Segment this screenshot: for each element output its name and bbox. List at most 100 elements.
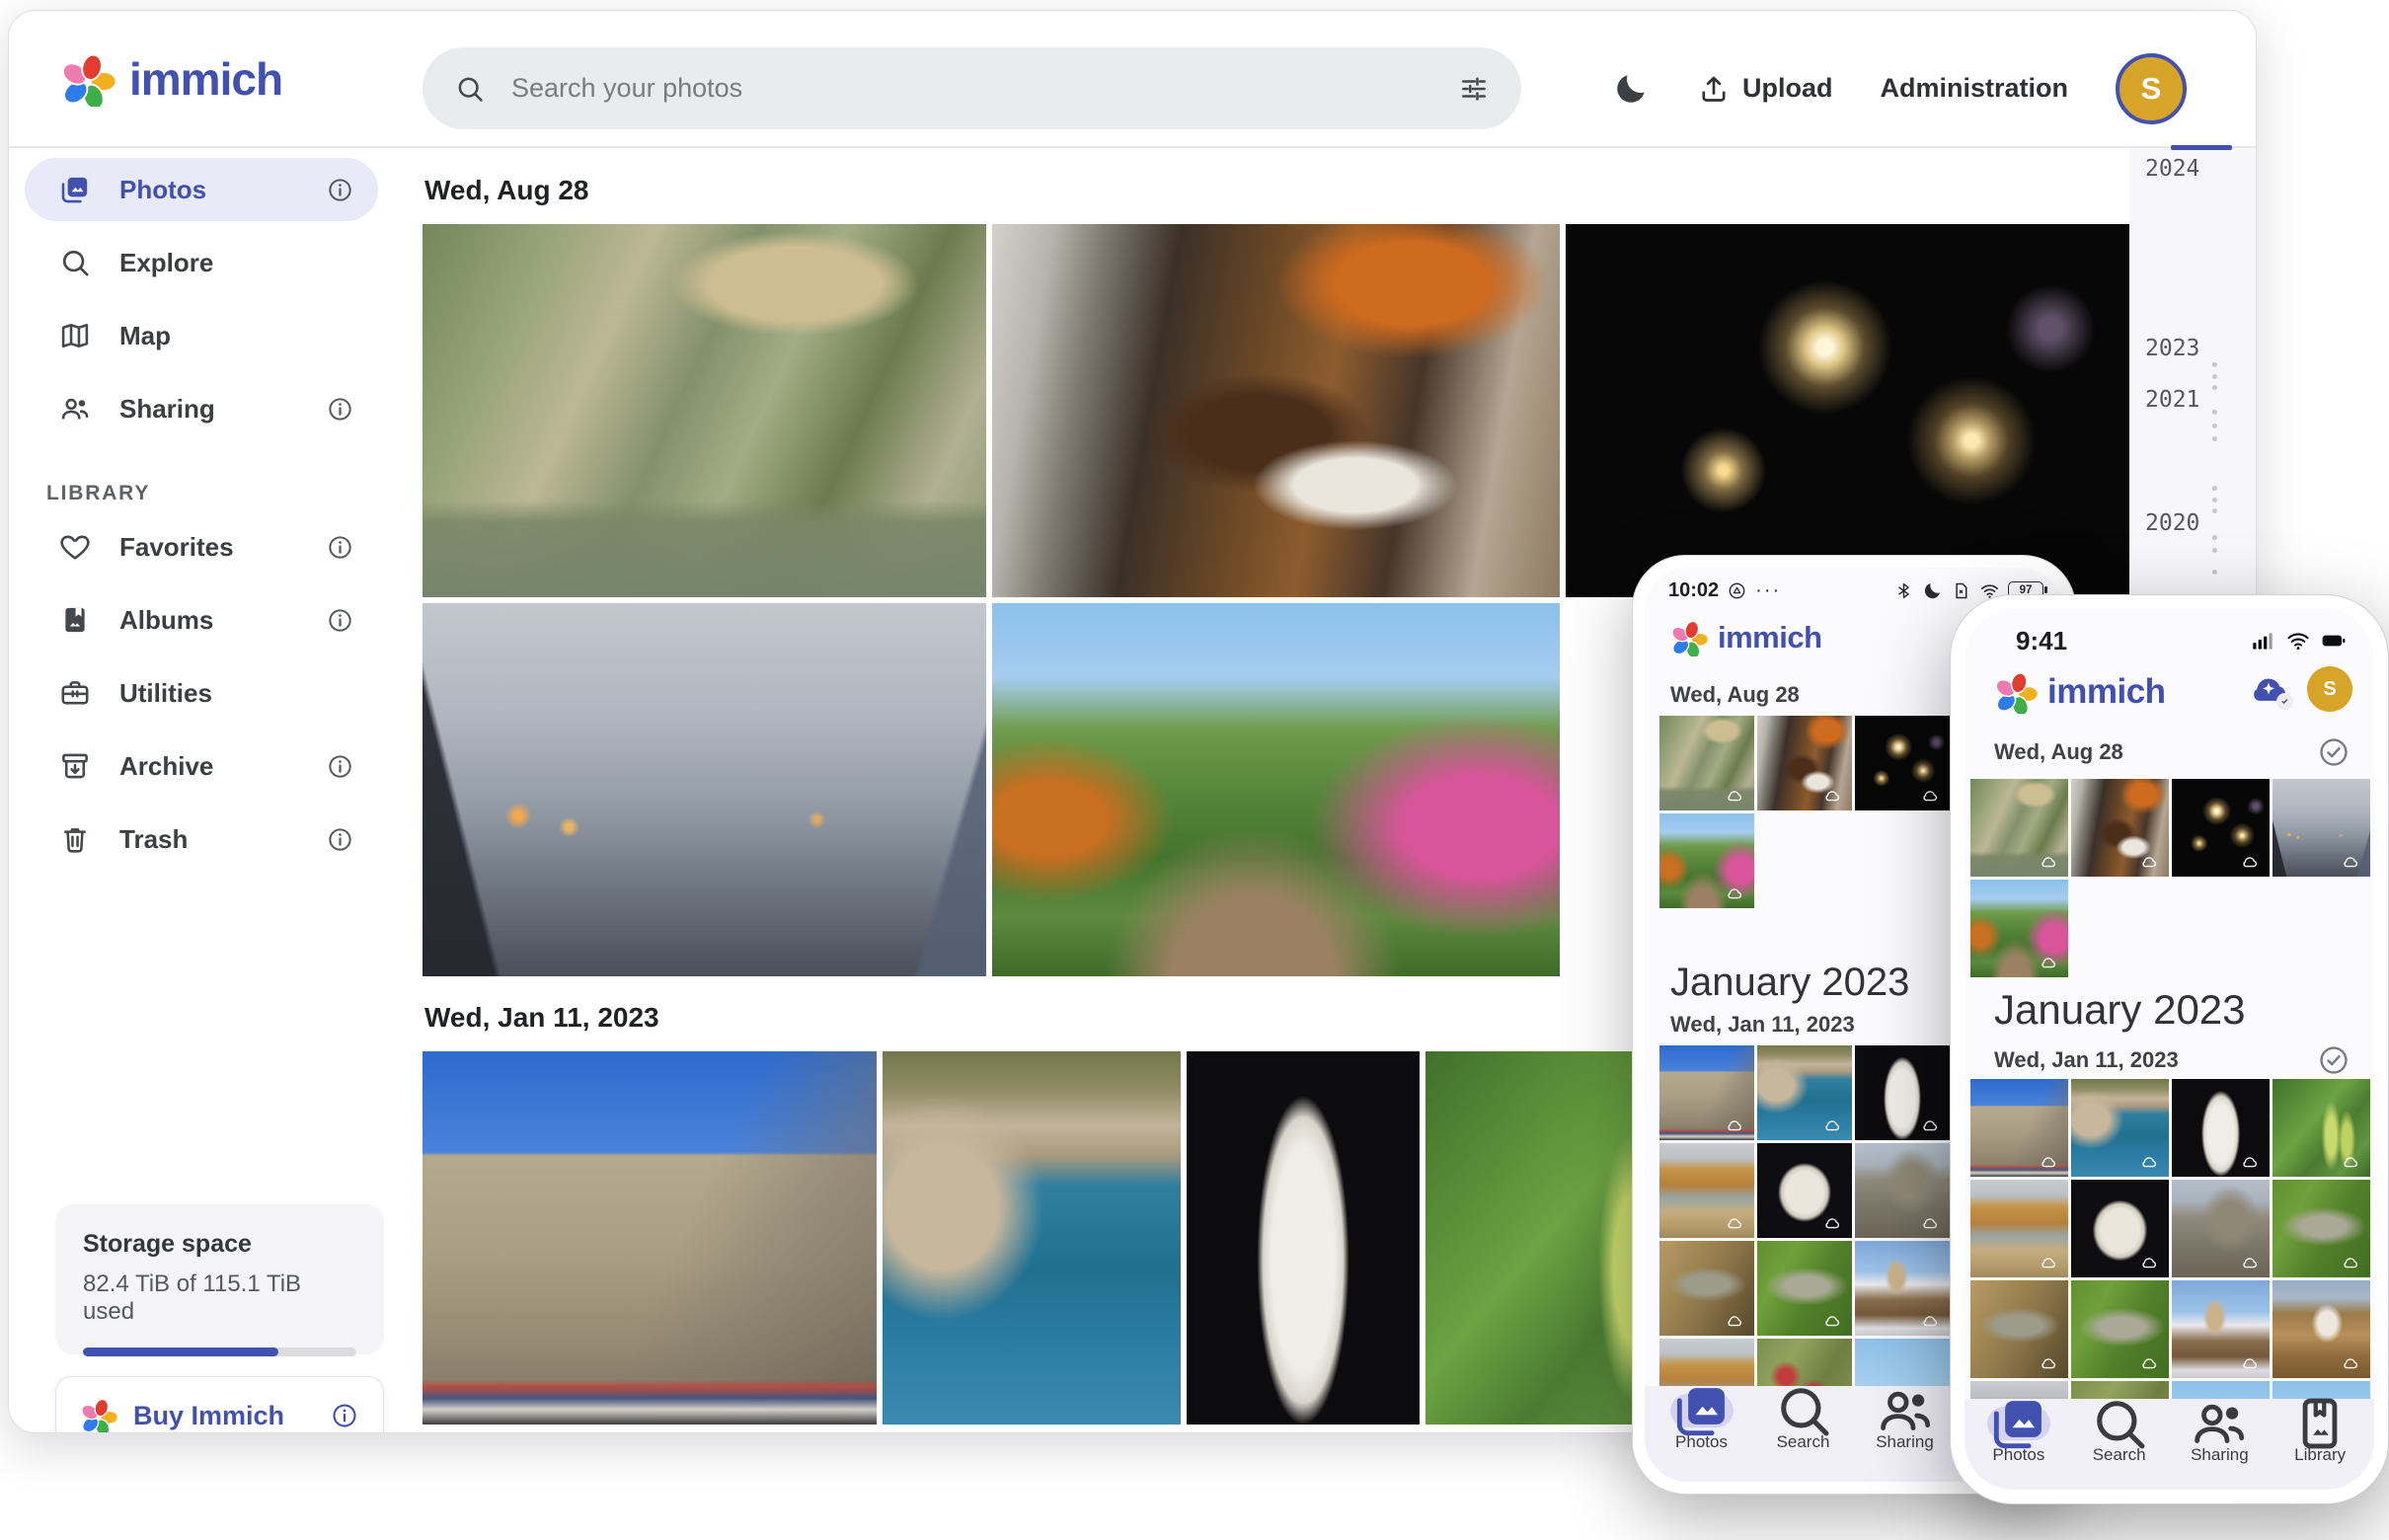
- photo-ruins-thumbnail[interactable]: [2172, 1180, 2270, 1277]
- upload-button[interactable]: Upload: [1697, 72, 1833, 106]
- info-icon[interactable]: [326, 533, 354, 562]
- photo-lizardmoss-thumbnail[interactable]: [1757, 1241, 1852, 1336]
- photo-cliff-thumbnail[interactable]: [1970, 1180, 2068, 1277]
- photo-dinner-thumbnail[interactable]: [992, 224, 1560, 597]
- administration-link[interactable]: Administration: [1880, 73, 2068, 104]
- photo-castle-thumbnail[interactable]: [423, 1051, 877, 1424]
- timeline-year-2024[interactable]: 2024: [2145, 156, 2199, 182]
- photo-hands-thumbnail[interactable]: [423, 603, 986, 976]
- sidebar-item-sharing[interactable]: Sharing: [25, 377, 378, 440]
- photo-castle-thumbnail[interactable]: [1659, 1045, 1754, 1140]
- photo-monkeys-thumbnail[interactable]: [1970, 779, 2068, 877]
- dark-mode-toggle[interactable]: [1612, 70, 1650, 108]
- cloud-sync-icon[interactable]: [2246, 666, 2291, 712]
- photo-fireworks-thumbnail[interactable]: [1855, 716, 1950, 810]
- photo-lizard-thumbnail[interactable]: [1970, 1280, 2068, 1378]
- photo-castle-thumbnail[interactable]: [1970, 1079, 2068, 1177]
- timeline-tick-dot: [2212, 385, 2217, 390]
- photo-garden-thumbnail[interactable]: [1970, 880, 2068, 977]
- cloud-backup-icon: [1722, 1311, 1747, 1331]
- date-row: Wed, Aug 28: [1994, 735, 2350, 769]
- brand-wordmark: immich: [1718, 620, 1822, 655]
- immich-logo[interactable]: immich: [60, 50, 282, 108]
- timeline-year-2023[interactable]: 2023: [2145, 336, 2199, 361]
- photo-sculpture-thumbnail[interactable]: [1855, 1045, 1950, 1140]
- photo-sculpture-thumbnail[interactable]: [2172, 1079, 2270, 1177]
- photo-lizard-thumbnail[interactable]: [1659, 1241, 1754, 1336]
- search-icon: [454, 73, 486, 105]
- buy-immich-button[interactable]: Buy Immich: [55, 1376, 384, 1433]
- photo-fireworks-thumbnail[interactable]: [1566, 224, 2129, 597]
- photo-fireworks-thumbnail[interactable]: [2172, 779, 2270, 877]
- sidebar-item-trash[interactable]: Trash: [25, 808, 378, 871]
- sidebar-item-map[interactable]: Map: [25, 304, 378, 367]
- user-avatar[interactable]: S: [2307, 666, 2352, 712]
- cloud-backup-icon: [2237, 1152, 2263, 1172]
- timeline-year-2020[interactable]: 2020: [2145, 510, 2199, 536]
- info-icon[interactable]: [326, 176, 354, 204]
- photo-coastal-thumbnail[interactable]: [2071, 1079, 2169, 1177]
- select-all-check-icon[interactable]: [2317, 1043, 2350, 1077]
- cloud-backup-icon: [1819, 786, 1845, 806]
- cellular-signal-icon: [2250, 628, 2275, 654]
- photo-sculpture-thumbnail[interactable]: [1187, 1051, 1420, 1424]
- timeline-tick-dot: [2212, 548, 2217, 553]
- info-icon[interactable]: [326, 395, 354, 424]
- cloud-backup-icon: [2036, 1353, 2061, 1373]
- photo-lizardmoss-thumbnail[interactable]: [2071, 1280, 2169, 1378]
- photo-hands-thumbnail[interactable]: [2273, 779, 2370, 877]
- sidebar-item-archive[interactable]: Archive: [25, 734, 378, 798]
- info-icon[interactable]: [326, 606, 354, 635]
- cloud-backup-icon: [1917, 786, 1943, 806]
- sidebar-item-favorites[interactable]: Favorites: [25, 515, 378, 578]
- timeline-tick-dot: [2212, 570, 2217, 575]
- select-all-check-icon[interactable]: [2317, 735, 2350, 769]
- immich-flower-icon: [1994, 670, 2038, 714]
- photo-garden-thumbnail[interactable]: [992, 603, 1560, 976]
- photo-lizardmoss-thumbnail[interactable]: [2273, 1180, 2370, 1277]
- photo-ruins-thumbnail[interactable]: [1855, 1143, 1950, 1238]
- sidebar-item-albums[interactable]: Albums: [25, 588, 378, 652]
- sidebar-item-explore[interactable]: Explore: [25, 231, 378, 294]
- photo-garden-thumbnail[interactable]: [1659, 813, 1754, 908]
- nav-search[interactable]: Search: [2069, 1407, 2170, 1490]
- timeline-tick-dot: [2212, 374, 2217, 379]
- photo-farm-thumbnail[interactable]: [2273, 1280, 2370, 1378]
- sidebar-item-utilities[interactable]: Utilities: [25, 661, 378, 725]
- info-icon[interactable]: [330, 1401, 359, 1430]
- sidebar-item-photos[interactable]: Photos: [25, 158, 378, 221]
- search-input[interactable]: [511, 73, 1432, 104]
- cloud-backup-icon: [1722, 884, 1747, 903]
- photo-monkeys-thumbnail[interactable]: [1659, 716, 1754, 810]
- info-icon[interactable]: [326, 752, 354, 781]
- timeline-year-2021[interactable]: 2021: [2145, 387, 2199, 413]
- photo-coastal-thumbnail[interactable]: [883, 1051, 1181, 1424]
- nav-sharing[interactable]: Sharing: [2170, 1407, 2271, 1490]
- nav-sharing[interactable]: Sharing: [1854, 1394, 1956, 1482]
- tune-filter-icon[interactable]: [1458, 73, 1490, 105]
- photo-dinner-thumbnail[interactable]: [1757, 716, 1852, 810]
- photo-church-thumbnail[interactable]: [1855, 1241, 1950, 1336]
- photo-dinner-thumbnail[interactable]: [2071, 779, 2169, 877]
- nav-photos[interactable]: Photos: [1651, 1394, 1752, 1482]
- month-header: January 2023: [1670, 961, 1909, 1005]
- photo-sculpture2-thumbnail[interactable]: [2071, 1180, 2169, 1277]
- sidebar-item-label: Photos: [119, 175, 298, 205]
- photo-plant-thumbnail[interactable]: [2273, 1079, 2370, 1177]
- photo-monkeys-thumbnail[interactable]: [423, 224, 986, 597]
- photo-sculpture2-thumbnail[interactable]: [1757, 1143, 1852, 1238]
- photo-coastal-thumbnail[interactable]: [1757, 1045, 1852, 1140]
- nav-photos[interactable]: Photos: [1968, 1407, 2069, 1490]
- user-avatar[interactable]: S: [2116, 53, 2187, 124]
- photo-cliff-thumbnail[interactable]: [1659, 1143, 1754, 1238]
- month-header: January 2023: [1994, 986, 2246, 1034]
- cloud-backup-icon: [1722, 786, 1747, 806]
- nav-library[interactable]: Library: [2270, 1407, 2370, 1490]
- status-time: 9:41: [2016, 626, 2067, 656]
- nav-search[interactable]: Search: [1752, 1394, 1854, 1482]
- info-icon[interactable]: [326, 825, 354, 854]
- photo-church-thumbnail[interactable]: [2172, 1280, 2270, 1378]
- wifi-icon: [2285, 628, 2311, 654]
- search-bar[interactable]: [423, 47, 1521, 129]
- photo-row: [1970, 1180, 2370, 1277]
